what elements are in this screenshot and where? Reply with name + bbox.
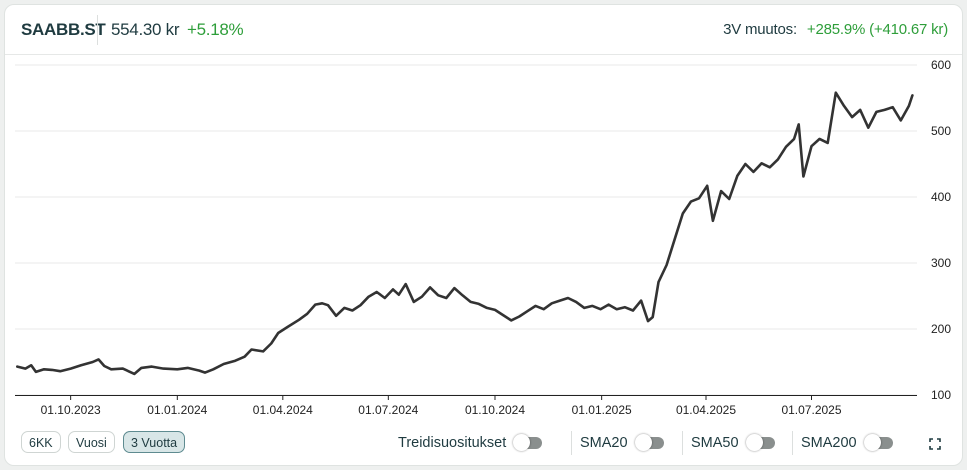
toggle-knob [863,434,881,451]
toggle-knob [513,434,531,451]
sma50-toggle-group: SMA50 [691,431,775,455]
footer-separator [792,431,793,455]
x-tick-label: 01.07.2025 [781,403,841,417]
price-line [16,91,914,376]
x-tick-label: 01.04.2025 [676,403,736,417]
price-series [16,91,914,376]
footer-separator [571,431,572,455]
chart-header: SAABB.ST 554.30 kr +5.18% 3V muutos: +28… [5,5,962,55]
sma50-label: SMA50 [691,435,739,451]
sma200-label: SMA200 [801,435,857,451]
price-chart[interactable]: 100200300400500600 01.10.2023 01.01.2024 0… [5,55,963,425]
x-tick-label: 01.01.2025 [572,403,632,417]
toggle-knob [745,434,763,451]
y-axis: 100 200 300 400 500 600 [931,58,951,402]
sma20-toggle[interactable] [634,434,664,451]
sma200-toggle-group: SMA200 [801,431,893,455]
x-tick-label: 01.01.2024 [147,403,207,417]
trade-signals-label: Treidisuositukset [398,435,507,451]
x-axis: 01.10.2023 01.01.2024 01.04.2024 01.07.2024… [15,395,917,417]
x-tick-label: 01.10.2024 [465,403,525,417]
chart-footer: 6KK Vuosi 3 Vuotta Treidisuositukset SMA… [5,425,962,465]
period-change: 3V muutos: +285.9% (+410.67 kr) [723,21,948,38]
y-tick-label: 100 [931,388,951,402]
range-3-vuotta-button[interactable]: 3 Vuotta [123,431,186,453]
footer-separator [682,431,683,455]
sma50-toggle[interactable] [745,434,775,451]
current-price: 554.30 kr [111,20,180,39]
sma20-toggle-group: SMA20 [580,431,664,455]
trade-signals-toggle[interactable] [513,434,543,451]
sma20-label: SMA20 [580,435,628,451]
y-tick-label: 500 [931,124,951,138]
ticker-symbol: SAABB.ST [21,20,106,39]
y-tick-label: 300 [931,256,951,270]
x-tick-label: 01.04.2024 [253,403,313,417]
y-tick-label: 600 [931,58,951,72]
toggle-knob [634,434,652,451]
expand-icon[interactable] [929,438,941,450]
chart-grid [15,64,917,396]
period-change-label: 3V muutos: [723,21,797,38]
x-tick-label: 01.10.2023 [41,403,101,417]
x-tick-label: 01.07.2024 [358,403,418,417]
y-tick-label: 400 [931,190,951,204]
y-tick-label: 200 [931,322,951,336]
sma200-toggle[interactable] [863,434,893,451]
header-divider [97,15,98,45]
stock-chart-card: SAABB.ST 554.30 kr +5.18% 3V muutos: +28… [4,4,963,466]
period-change-value: +285.9% (+410.67 kr) [806,21,948,38]
range-vuosi-button[interactable]: Vuosi [68,431,115,453]
daily-change: +5.18% [187,20,244,39]
range-6kk-button[interactable]: 6KK [21,431,61,453]
trade-signals-toggle-group: Treidisuositukset [398,431,543,455]
